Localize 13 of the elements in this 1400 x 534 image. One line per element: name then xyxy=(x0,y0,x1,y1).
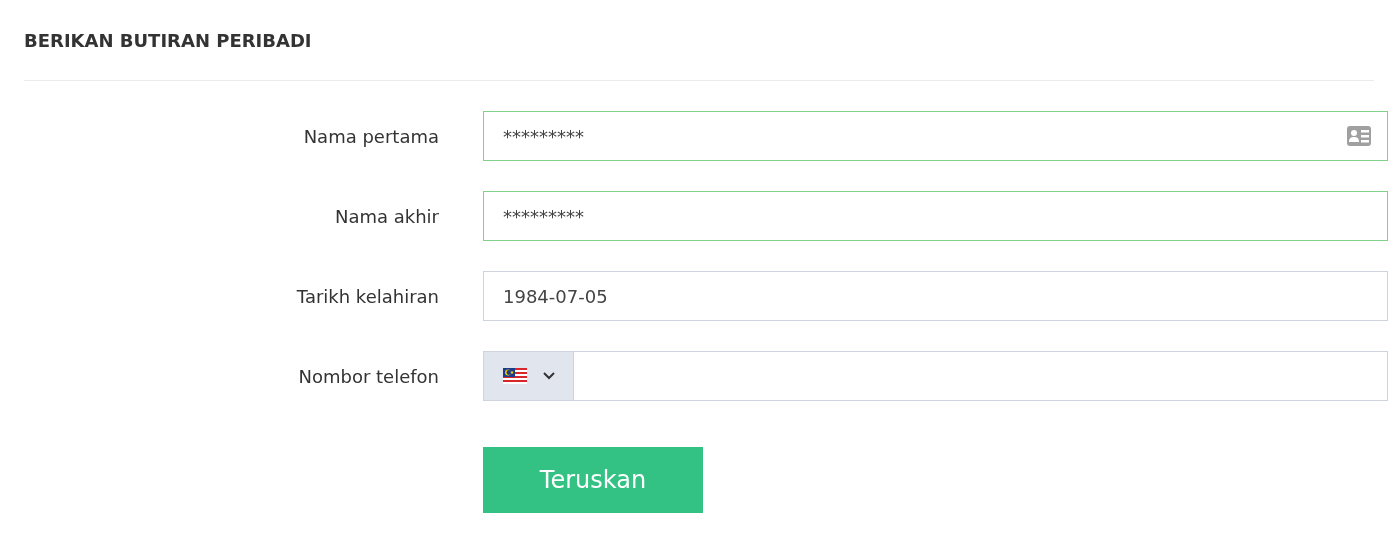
flag-icon xyxy=(502,368,527,384)
chevron-down-icon xyxy=(542,372,555,380)
field-label: Nombor telefon xyxy=(297,365,439,387)
phone-field[interactable] xyxy=(483,351,1388,401)
input-field[interactable]: ********* xyxy=(483,191,1388,241)
field-label: Tarikh kelahiran xyxy=(295,285,439,307)
field-label: Nama akhir xyxy=(333,205,439,227)
input-field[interactable]: 1984-07-05 xyxy=(483,271,1388,321)
country-select[interactable] xyxy=(484,352,574,400)
id-card-icon xyxy=(1347,126,1371,146)
input-field[interactable]: ********* xyxy=(483,111,1388,161)
section-title: BERIKAN BUTIRAN PERIBADI xyxy=(24,30,313,53)
field-label: Nama pertama xyxy=(302,125,439,147)
